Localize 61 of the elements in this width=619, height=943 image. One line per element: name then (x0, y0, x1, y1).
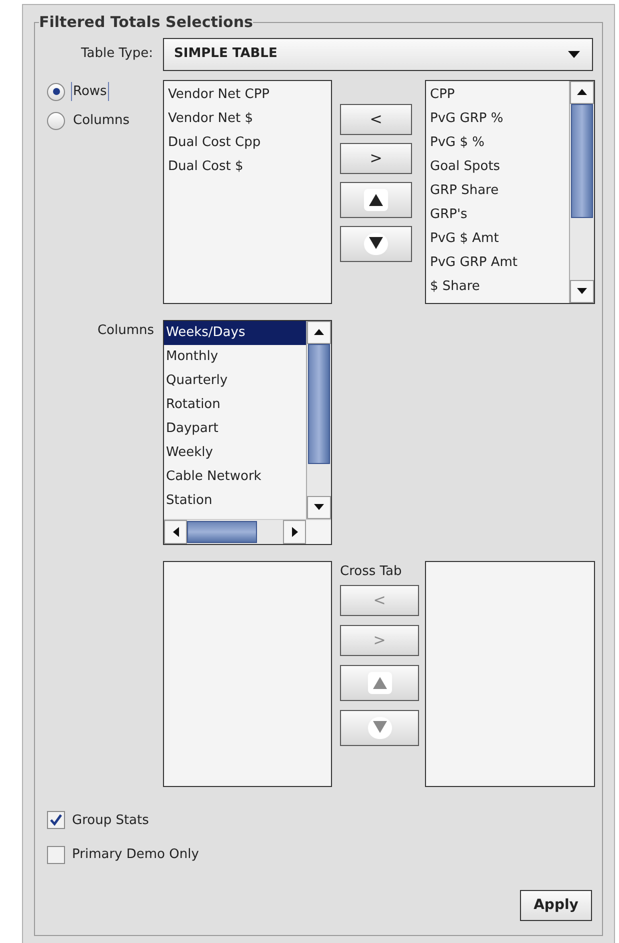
vertical-scrollbar[interactable] (569, 80, 594, 302)
list-item[interactable]: Dual Cost $ (166, 154, 331, 178)
list-item[interactable]: PvG GRP Amt (428, 250, 569, 274)
scroll-down-button[interactable] (307, 496, 331, 518)
down-arrow-icon (314, 504, 324, 510)
checkbox[interactable] (47, 846, 65, 864)
move-up-button[interactable] (340, 182, 412, 218)
dropdown-caret-icon (568, 50, 580, 58)
move-button[interactable]: > (340, 142, 412, 174)
move-button[interactable]: < (340, 104, 412, 134)
scroll-right-button[interactable] (283, 520, 306, 544)
field-label: Table Type: (81, 46, 153, 62)
list-item[interactable]: Monthly (164, 344, 306, 368)
checkbox[interactable] (47, 811, 65, 830)
list-item[interactable]: CPP (428, 82, 569, 106)
list-item[interactable]: Daypart (164, 416, 306, 440)
group-title: Filtered Totals Selections (39, 12, 253, 33)
field-label: Cross Tab (340, 562, 403, 580)
checkbox-label[interactable]: Primary Demo Only (72, 845, 199, 864)
list-item[interactable]: GRP's (428, 202, 569, 226)
down-arrow-icon (577, 288, 587, 294)
table-type-dropdown[interactable]: SIMPLE TABLE (163, 38, 593, 70)
scrollbar-thumb[interactable] (187, 520, 257, 542)
list-item[interactable]: Vendor Net $ (166, 106, 331, 130)
list-item[interactable]: PvG $ Amt (428, 226, 569, 250)
list-item[interactable]: Weekly (164, 440, 306, 464)
field-label: Columns (97, 322, 154, 338)
right-arrow-icon (292, 526, 298, 536)
radio-button[interactable] (47, 112, 65, 130)
up-arrow-icon (577, 89, 587, 95)
horizontal-scrollbar[interactable] (164, 520, 306, 544)
list-item[interactable]: Goal Spots (428, 154, 569, 178)
list-item[interactable]: GRP Share (428, 178, 569, 202)
scroll-left-button[interactable] (164, 520, 187, 544)
scroll-down-button[interactable] (570, 280, 594, 302)
list-item[interactable]: Station (164, 488, 306, 512)
radio-button[interactable] (47, 82, 65, 100)
scrollbar-thumb[interactable] (571, 104, 593, 218)
list-box[interactable]: Weeks/Days Monthly Quarterly Rotation Daypart Weekly Cable Network Station (163, 320, 332, 544)
up-arrow-icon (314, 329, 324, 335)
scrollbar-thumb[interactable] (308, 344, 330, 464)
list-item[interactable]: Cable Network (164, 464, 306, 488)
list-item[interactable]: $ Share (428, 274, 569, 298)
list-item[interactable]: Quarterly (164, 368, 306, 392)
vertical-scrollbar[interactable] (306, 320, 331, 518)
list-item[interactable]: Weeks/Days (164, 320, 306, 344)
scroll-up-button[interactable] (570, 80, 594, 104)
radio-label[interactable]: Rows (71, 82, 109, 102)
list-item[interactable]: PvG $ % (428, 130, 569, 154)
list-box[interactable]: CPP PvG GRP % PvG $ % Goal Spots GRP Share GRP's PvG $ Amt PvG GRP Amt $ Share (425, 80, 595, 304)
apply-button[interactable]: Apply (520, 890, 592, 920)
checkbox-label[interactable]: Group Stats (72, 810, 149, 830)
list-item[interactable]: PvG GRP % (428, 106, 569, 130)
left-arrow-icon (172, 526, 178, 536)
list-box[interactable]: Vendor Net CPP Vendor Net $ Dual Cost Cpp Dual Cost $ (163, 80, 332, 304)
move-down-button[interactable] (340, 226, 412, 262)
radio-label[interactable]: Columns (71, 110, 132, 130)
list-item[interactable]: Vendor Net CPP (166, 82, 331, 106)
list-item[interactable]: Rotation (164, 392, 306, 416)
list-item[interactable]: Dual Cost Cpp (166, 130, 331, 154)
scroll-up-button[interactable] (307, 320, 331, 344)
